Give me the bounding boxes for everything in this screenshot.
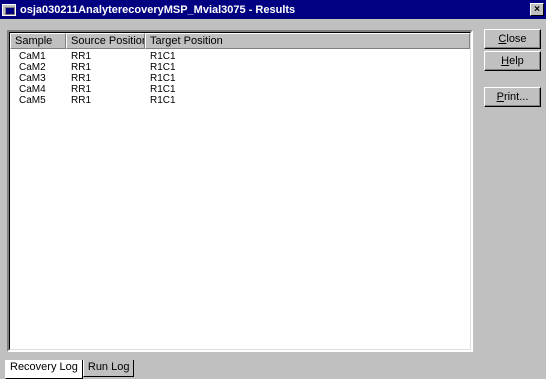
column-header-target-position[interactable]: Target Position [145, 33, 470, 49]
window-title: osja030211AnalyterecoveryMSP_Mvial3075 -… [20, 3, 296, 16]
column-header-source-position[interactable]: Source Position [66, 33, 145, 49]
target-position-cell: R1C1 [150, 73, 176, 84]
table-body: CaM1 RR1 R1C1 CaM2 RR1 R1C1 CaM3 RR1 R1C… [10, 49, 470, 106]
help-button-mnemonic: H [501, 55, 510, 67]
source-position-cell: RR1 [71, 62, 92, 73]
sample-cell: CaM2 [19, 62, 46, 73]
results-list[interactable]: Sample Source Position Target Position C… [7, 30, 473, 352]
table-row[interactable]: CaM4 RR1 R1C1 [10, 84, 470, 95]
sample-cell: CaM5 [19, 95, 46, 106]
source-position-cell: RR1 [71, 84, 92, 95]
close-button-label: lose [506, 33, 527, 45]
sample-cell: CaM1 [19, 51, 46, 62]
table-row[interactable]: CaM5 RR1 R1C1 [10, 95, 470, 106]
print-button[interactable]: Print... [484, 87, 541, 107]
tab-strip: Recovery Log Run Log [5, 360, 135, 379]
source-position-cell: RR1 [71, 51, 92, 62]
table-row[interactable]: CaM1 RR1 R1C1 [10, 51, 470, 62]
table-row[interactable]: CaM3 RR1 R1C1 [10, 73, 470, 84]
sample-cell: CaM3 [19, 73, 46, 84]
tab-run-log[interactable]: Run Log [82, 360, 135, 377]
help-button-label: elp [509, 55, 524, 67]
table-row[interactable]: CaM2 RR1 R1C1 [10, 62, 470, 73]
print-button-label: rint... [503, 91, 529, 103]
close-button[interactable]: Close [484, 29, 541, 49]
source-position-cell: RR1 [71, 73, 92, 84]
target-position-cell: R1C1 [150, 51, 176, 62]
app-icon[interactable] [2, 3, 16, 16]
table-header: Sample Source Position Target Position [10, 33, 470, 49]
help-button[interactable]: Help [484, 51, 541, 71]
sample-cell: CaM4 [19, 84, 46, 95]
target-position-cell: R1C1 [150, 95, 176, 106]
tab-recovery-log[interactable]: Recovery Log [5, 360, 83, 379]
source-position-cell: RR1 [71, 95, 92, 106]
target-position-cell: R1C1 [150, 84, 176, 95]
target-position-cell: R1C1 [150, 62, 176, 73]
close-icon[interactable]: × [530, 3, 544, 16]
title-bar: osja030211AnalyterecoveryMSP_Mvial3075 -… [0, 0, 546, 19]
column-header-sample[interactable]: Sample [10, 33, 66, 49]
print-button-mnemonic: P [496, 91, 504, 103]
